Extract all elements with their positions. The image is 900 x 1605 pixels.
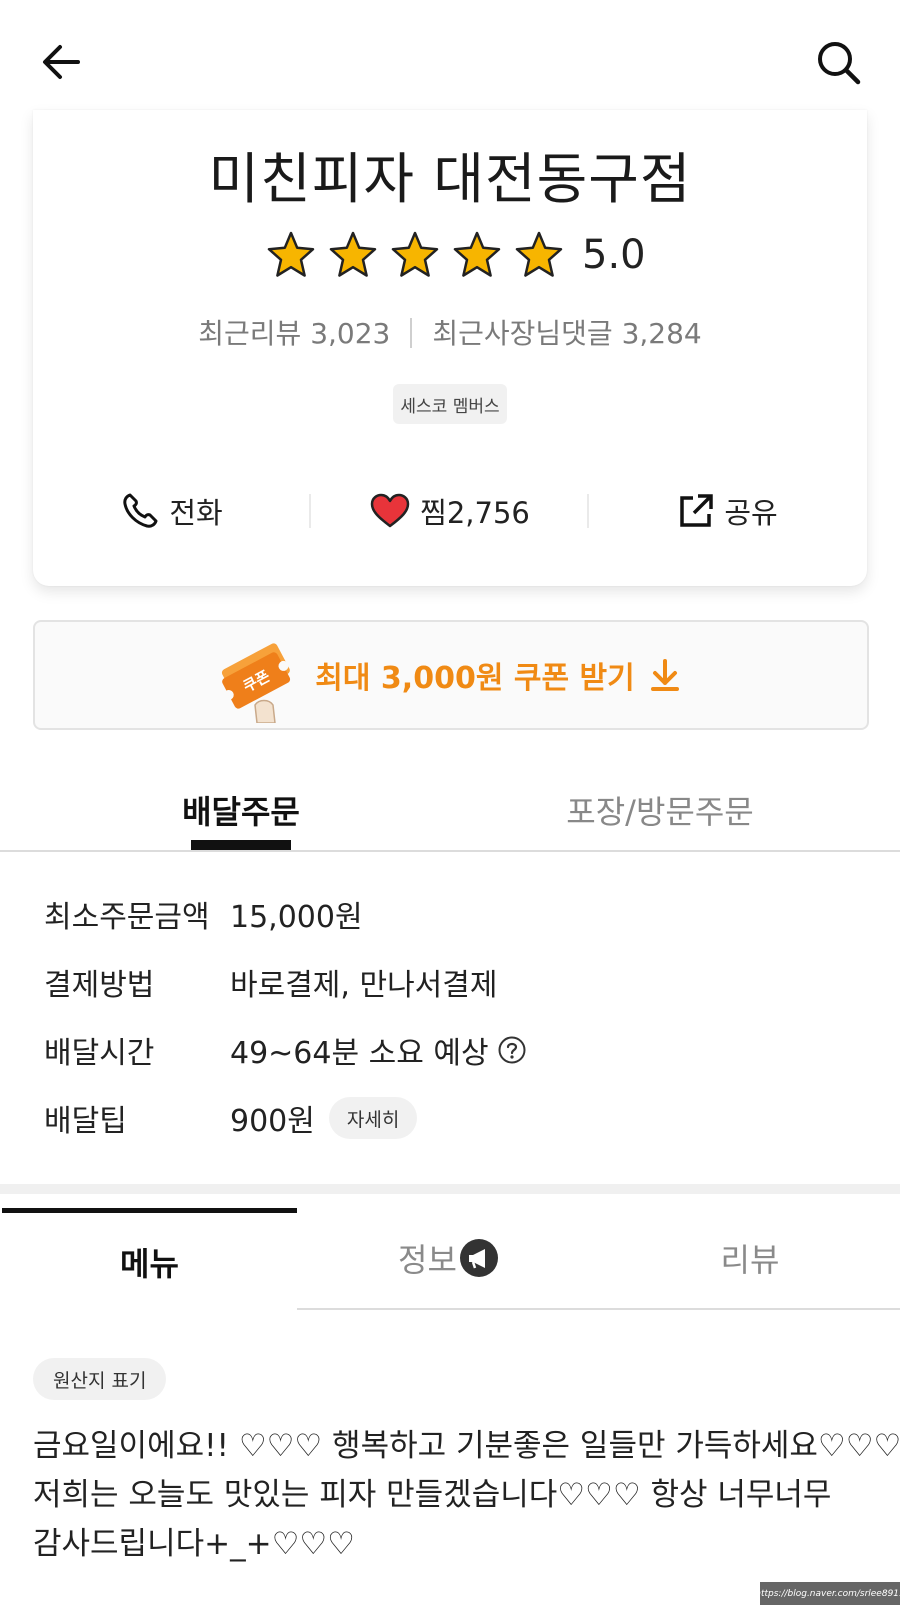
coupon-banner[interactable]: 쿠폰 최대 3,000원 쿠폰 받기 [33,620,869,730]
share-label: 공유 [724,496,778,530]
tab-pickup[interactable]: 포장/방문주문 [560,770,760,850]
payment-row: 결제방법 바로결제, 만나서결제 [44,960,497,1004]
share-button[interactable]: 공유 [589,476,867,546]
tab-delivery[interactable]: 배달주문 [140,770,342,850]
call-label: 전화 [169,496,223,530]
megaphone-badge-icon [459,1239,498,1277]
min-order-value: 15,000원 [230,900,363,935]
sesco-badge: 세스코 멤버스 [393,384,507,424]
star-icon [329,231,377,277]
delivery-tip-value: 900원 [230,1104,315,1139]
payment-label: 결제방법 [44,968,155,1003]
phone-icon [123,493,158,528]
recent-reviews[interactable]: 최근리뷰 3,023 [198,317,390,350]
star-icon [267,231,315,277]
delivery-time-row: 배달시간 49~64분 소요 예상 [44,1028,527,1072]
owner-replies[interactable]: 최근사장님댓글 3,284 [432,317,701,350]
tab-review[interactable]: 리뷰 [600,1208,900,1310]
rating-value: 5.0 [582,232,646,278]
origin-label-chip[interactable]: 원산지 표기 [33,1358,167,1400]
min-order-label: 최소주문금액 [44,900,210,935]
coupon-text: 최대 3,000원 쿠폰 받기 [315,661,635,696]
star-icon [515,231,563,277]
section-divider [0,1184,900,1194]
like-button[interactable]: 찜2,756 [311,476,589,546]
delivery-time-value: 49~64분 소요 예상 [230,1036,489,1071]
tab-info[interactable]: 정보 [297,1208,600,1310]
star-icon [453,231,501,277]
min-order-row: 최소주문금액 15,000원 [44,892,363,936]
heart-icon [370,493,410,528]
coupon-ticket-icon: 쿠폰 [222,643,291,723]
watermark: https://blog.naver.com/srlee8911 [755,1582,900,1605]
active-tab-indicator [191,840,291,850]
tab-info-label: 정보 [398,1241,457,1279]
store-content-tabs: 메뉴 정보 리뷰 [0,1208,900,1312]
action-bar: 전화 찜2,756 공유 [33,476,867,546]
delivery-time-label: 배달시간 [44,1036,155,1071]
delivery-tip-label: 배달팁 [44,1104,127,1139]
order-type-tabs: 배달주문 포장/방문주문 [0,770,900,852]
stats-divider [410,318,413,348]
search-icon [818,42,861,85]
search-button[interactable] [814,38,864,88]
delivery-tip-row: 배달팁 900원 자세히 [44,1096,418,1140]
tip-detail-button[interactable]: 자세히 [328,1097,418,1139]
tab-menu[interactable]: 메뉴 [2,1208,297,1310]
call-button[interactable]: 전화 [33,476,311,546]
back-button[interactable] [38,38,86,86]
notice-line: 감사드립니다+_+♡♡♡ [33,1526,355,1562]
store-name: 미친피자 대전동구점 [208,147,692,211]
download-icon [650,659,679,691]
rating-stars: 5.0 [266,226,646,284]
like-label: 찜2,756 [420,496,530,530]
arrow-left-icon [43,45,80,79]
store-notice: 금요일이에요!! ♡♡♡ 행복하고 기분좋은 일들만 가득하세요♡♡♡ 저희는 … [33,1422,900,1569]
share-icon [680,494,714,527]
review-stats: 최근리뷰 3,023 최근사장님댓글 3,284 [0,312,900,352]
star-icon [391,231,439,277]
notice-line: 저희는 오늘도 맛있는 피자 만들겠습니다♡♡♡ 항상 너무너무 [33,1477,832,1513]
help-icon[interactable] [497,1035,527,1065]
payment-value: 바로결제, 만나서결제 [230,968,498,1003]
notice-line: 금요일이에요!! ♡♡♡ 행복하고 기분좋은 일들만 가득하세요♡♡♡ [33,1428,900,1464]
